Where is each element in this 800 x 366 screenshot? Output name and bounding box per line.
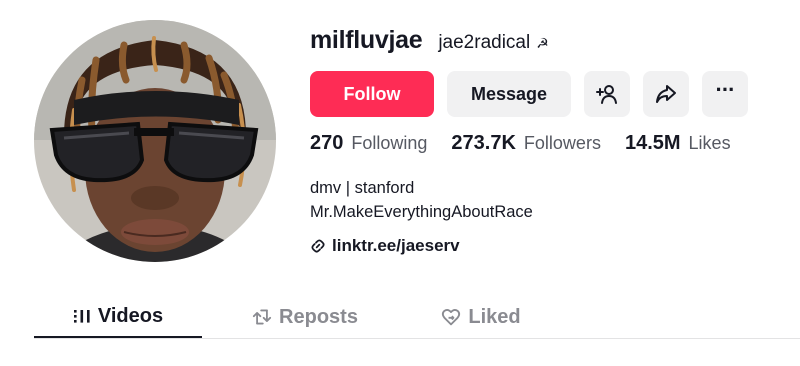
stat-followers[interactable]: 273.7K Followers: [451, 132, 601, 155]
profile-avatar[interactable]: [34, 20, 276, 262]
grid-icon: [73, 310, 90, 323]
bio-line-1: dmv | stanford: [310, 179, 415, 197]
tab-videos[interactable]: Videos: [34, 296, 202, 338]
profile-bio: dmv | stanford Mr.MakeEverythingAboutRac…: [310, 176, 533, 224]
nickname-text: jae2radical: [438, 32, 531, 53]
repost-icon: [252, 309, 272, 325]
tab-liked[interactable]: Liked: [408, 296, 554, 338]
add-friend-button[interactable]: [584, 71, 630, 117]
followers-count: 273.7K: [451, 132, 516, 154]
more-icon: ···: [715, 77, 736, 102]
link-text: linktr.ee/jaeserv: [332, 236, 460, 255]
likes-count: 14.5M: [624, 132, 681, 154]
following-count: 270: [310, 132, 344, 154]
message-button[interactable]: Message: [447, 71, 571, 117]
nickname: jae2radical ☭: [438, 32, 548, 54]
likes-label: Likes: [688, 133, 731, 153]
tab-reposts[interactable]: Reposts: [202, 296, 408, 338]
stat-likes: 14.5M Likes: [625, 132, 731, 155]
tab-liked-label: Liked: [468, 305, 521, 328]
profile-link[interactable]: linktr.ee/jaeserv: [310, 236, 460, 256]
tab-videos-label: Videos: [97, 304, 164, 327]
name-row: milfluvjae jae2radical ☭: [310, 26, 549, 62]
more-options-button[interactable]: ···: [702, 71, 748, 117]
username: milfluvjae: [310, 26, 423, 54]
follow-button[interactable]: Follow: [310, 71, 434, 117]
tab-reposts-label: Reposts: [279, 305, 358, 328]
profile-tabs: Videos Reposts Liked: [34, 296, 800, 339]
following-label: Following: [351, 133, 428, 153]
profile-info: milfluvjae jae2radical ☭: [310, 26, 549, 62]
share-icon: [656, 85, 676, 103]
stat-following[interactable]: 270 Following: [310, 132, 427, 155]
profile-stats: 270 Following 273.7K Followers 14.5M Lik…: [310, 132, 755, 155]
link-icon: [311, 239, 325, 253]
profile-actions: Follow Message ···: [310, 71, 748, 117]
liked-heart-icon: [442, 308, 461, 326]
followers-label: Followers: [523, 133, 601, 153]
bio-line-2: Mr.MakeEverythingAboutRace: [310, 203, 533, 221]
hammer-sickle-emoji: ☭: [536, 34, 549, 51]
share-button[interactable]: [643, 71, 689, 117]
add-friend-icon: [596, 85, 617, 104]
